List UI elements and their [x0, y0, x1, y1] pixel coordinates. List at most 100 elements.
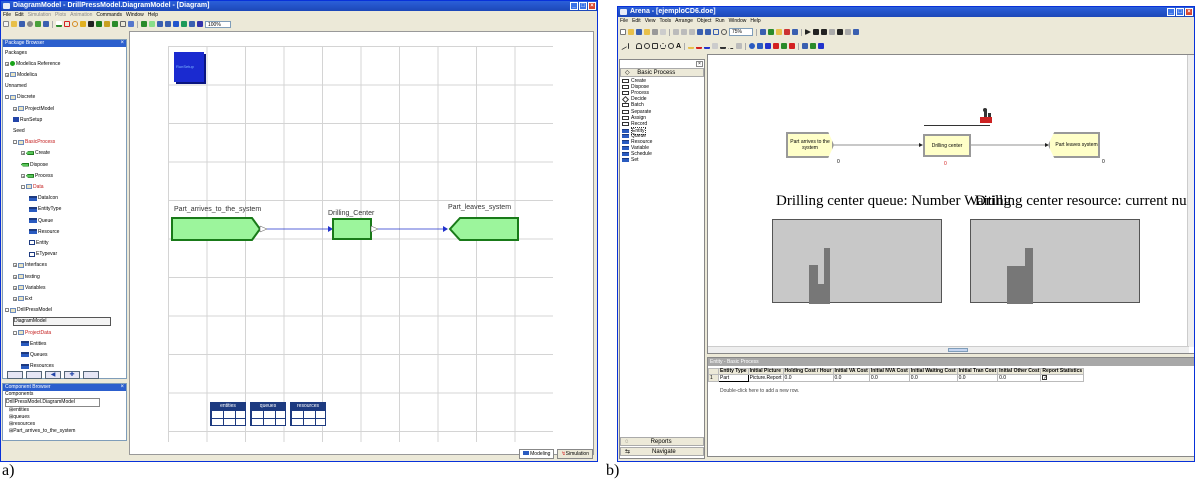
- connector-icon[interactable]: [128, 21, 134, 27]
- search-icon[interactable]: [27, 21, 33, 27]
- column-header[interactable]: Initial Waiting Cost: [908, 368, 958, 375]
- variable-icon[interactable]: [789, 43, 796, 49]
- collapse-icon[interactable]: -: [21, 184, 25, 189]
- save-icon[interactable]: [19, 21, 25, 27]
- expand-icon[interactable]: +: [13, 263, 17, 268]
- text-tool-icon[interactable]: [88, 21, 94, 27]
- collapse-icon[interactable]: -: [5, 308, 9, 313]
- check-model-icon[interactable]: [141, 21, 147, 27]
- expand-icon[interactable]: +: [13, 106, 17, 111]
- settings-icon[interactable]: [197, 21, 203, 27]
- table-cell[interactable]: 0.0: [956, 374, 999, 382]
- box-tool-icon[interactable]: [652, 43, 658, 49]
- clock-icon[interactable]: [749, 43, 756, 49]
- component-queues[interactable]: ⊞queues: [5, 414, 126, 421]
- package-tree-item[interactable]: - ProjectData: [13, 328, 51, 337]
- resource-icon[interactable]: [802, 43, 809, 49]
- package-tree-item[interactable]: RunSetup: [13, 115, 42, 124]
- module-item[interactable]: Dispose: [622, 84, 649, 90]
- expand-icon[interactable]: +: [5, 72, 9, 77]
- add-row-hint[interactable]: Double-click here to add a new row.: [720, 388, 799, 394]
- vertical-scrollbar[interactable]: [1187, 55, 1194, 347]
- zoom-select[interactable]: 75%: [729, 28, 753, 36]
- start-over-icon[interactable]: [837, 29, 843, 35]
- entities-table[interactable]: entities: [210, 402, 246, 426]
- preview-icon[interactable]: [660, 29, 666, 35]
- package-tree-item[interactable]: Resources: [21, 362, 54, 371]
- table-cell[interactable]: 0.0: [782, 374, 834, 382]
- queue-icon[interactable]: [818, 43, 825, 49]
- package-tree-item[interactable]: DiagramModel: [13, 316, 111, 326]
- fill-pattern-icon[interactable]: [736, 43, 743, 49]
- module-item[interactable]: Separate: [622, 109, 651, 115]
- create-block[interactable]: [171, 217, 262, 241]
- ellipse-tool-icon[interactable]: [668, 43, 674, 49]
- package-tree-item[interactable]: Entity: [29, 238, 49, 247]
- component-resources[interactable]: ⊞resources: [5, 421, 126, 428]
- module-item[interactable]: Create: [622, 78, 646, 84]
- project-bar-close[interactable]: ×: [696, 61, 703, 67]
- table-icon[interactable]: [189, 21, 195, 27]
- undo-icon[interactable]: [697, 29, 703, 35]
- report-statistics-checkbox[interactable]: ✓: [1040, 374, 1085, 382]
- package-tree-item[interactable]: Packages: [5, 48, 27, 57]
- menu-edit[interactable]: Edit: [632, 17, 641, 25]
- polyline-tool-icon[interactable]: [628, 43, 634, 49]
- expand-icon[interactable]: +: [21, 173, 25, 178]
- table-cell[interactable]: 0.0: [832, 374, 870, 382]
- copy-icon[interactable]: [681, 29, 687, 35]
- layout-icon[interactable]: [713, 29, 719, 35]
- close-icon[interactable]: ×: [1185, 8, 1193, 16]
- column-header[interactable]: Entity Type: [718, 368, 749, 375]
- new-icon[interactable]: [620, 29, 626, 35]
- component-create[interactable]: ⊞Part_arrives_to_the_system: [5, 428, 126, 435]
- nav-left-icon[interactable]: ◀: [45, 371, 61, 379]
- print-icon[interactable]: [652, 29, 658, 35]
- arrow-left-icon[interactable]: [157, 21, 163, 27]
- global-icon[interactable]: [810, 43, 817, 49]
- menu-object[interactable]: Object: [697, 17, 711, 25]
- resources-table[interactable]: resources: [290, 402, 326, 426]
- line-color-icon[interactable]: [104, 21, 110, 27]
- package-tree-item[interactable]: ETypevar: [29, 250, 57, 259]
- background-color-icon[interactable]: [712, 43, 719, 49]
- go-icon[interactable]: [805, 29, 811, 35]
- package-tree-item[interactable]: + Modelica Reference: [5, 59, 60, 68]
- column-header[interactable]: Report Statistics: [1040, 368, 1085, 375]
- package-tree-item[interactable]: + Modelica: [5, 70, 37, 79]
- pause-icon[interactable]: [829, 29, 835, 35]
- polygon-tool-icon[interactable]: [660, 43, 666, 49]
- nav-back-icon[interactable]: [7, 371, 23, 379]
- tab-modeling[interactable]: Modeling: [519, 449, 555, 459]
- package-tree-item[interactable]: EntityType: [29, 205, 61, 214]
- column-header[interactable]: Initial Tran Cost: [956, 368, 999, 375]
- package-tree-item[interactable]: + Variables: [13, 283, 45, 292]
- menu-run[interactable]: Run: [715, 17, 724, 25]
- module-item[interactable]: Set: [622, 157, 639, 163]
- station-icon[interactable]: [776, 29, 782, 35]
- save-icon[interactable]: [636, 29, 642, 35]
- horizontal-scrollbar[interactable]: [708, 346, 1189, 353]
- expand-icon[interactable]: +: [13, 285, 17, 290]
- column-header[interactable]: Initial Other Cost: [997, 368, 1042, 375]
- maximize-icon[interactable]: □: [579, 2, 587, 10]
- queues-table[interactable]: queues: [250, 402, 286, 426]
- attach-icon[interactable]: [644, 29, 650, 35]
- column-header[interactable]: Holding Cost / Hour: [782, 368, 834, 375]
- line-color-icon[interactable]: [688, 43, 695, 49]
- reports-bar[interactable]: ◌ Reports: [620, 437, 704, 446]
- expand-icon[interactable]: +: [21, 151, 25, 156]
- simulate-icon[interactable]: [173, 21, 179, 27]
- fast-forward-icon[interactable]: [821, 29, 827, 35]
- fill-color-icon[interactable]: [696, 43, 703, 49]
- fill-color-icon[interactable]: [112, 21, 118, 27]
- process-block[interactable]: [332, 218, 372, 240]
- package-tree-item[interactable]: Queue: [29, 216, 53, 225]
- minimize-icon[interactable]: _: [1167, 8, 1175, 16]
- bezier-tool-icon[interactable]: [644, 43, 650, 49]
- component-entities[interactable]: ⊞entities: [5, 407, 126, 414]
- queue-plot[interactable]: [772, 219, 942, 304]
- route-icon[interactable]: [784, 29, 790, 35]
- scroll-thumb[interactable]: [948, 348, 968, 352]
- maximize-icon[interactable]: □: [1176, 8, 1184, 16]
